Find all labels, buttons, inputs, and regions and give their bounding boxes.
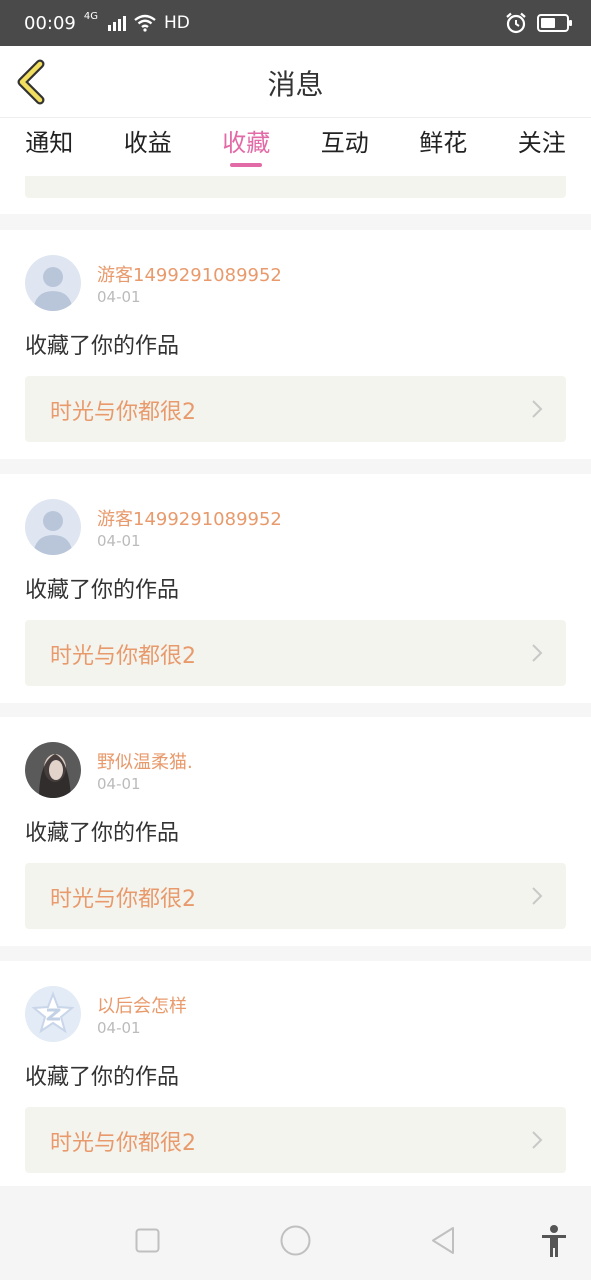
list-item: 野似温柔猫. 04-01 收藏了你的作品 时光与你都很2 [0,717,591,946]
status-bar: 00:09 4G HD [0,0,591,46]
list-item: 以后会怎样 04-01 收藏了你的作品 时光与你都很2 [0,961,591,1186]
notification-date: 04-01 [97,1019,141,1037]
notification-list: 游客1499291089952 04-01 收藏了你的作品 时光与你都很2 游客… [0,176,591,1186]
notification-date: 04-01 [97,288,141,306]
work-link[interactable]: 时光与你都很2 [25,376,566,442]
back-nav-icon[interactable] [430,1226,456,1255]
list-item: 游客1499291089952 04-01 收藏了你的作品 时光与你都很2 [0,474,591,703]
qzone-avatar-icon[interactable] [25,986,81,1042]
alarm-icon [506,12,526,34]
home-icon[interactable] [280,1225,311,1256]
username[interactable]: 以后会怎样 [97,992,187,1018]
tab-interactions[interactable]: 互动 [296,118,395,176]
work-link[interactable] [25,176,566,198]
action-text: 收藏了你的作品 [25,821,180,846]
action-text: 收藏了你的作品 [25,334,180,359]
work-title: 时光与你都很2 [50,400,196,425]
tab-follows[interactable]: 关注 [493,118,591,176]
work-title: 时光与你都很2 [50,887,196,912]
work-link[interactable]: 时光与你都很2 [25,863,566,929]
username[interactable]: 野似温柔猫. [97,748,193,774]
network-type: 4G [83,11,98,22]
status-time: 00:09 [24,12,76,34]
tab-favorites[interactable]: 收藏 [197,118,296,176]
chevron-right-icon [532,887,543,905]
work-title: 时光与你都很2 [50,644,196,669]
page-title: 消息 [267,68,324,101]
chevron-right-icon [532,400,543,418]
work-title: 时光与你都很2 [50,1131,196,1156]
signal-icon [108,15,126,31]
default-avatar-icon[interactable] [25,255,81,311]
app-header: 消息 [0,46,591,118]
notification-date: 04-01 [97,532,141,550]
recent-apps-icon[interactable] [135,1228,160,1253]
list-item: 游客1499291089952 04-01 收藏了你的作品 时光与你都很2 [0,230,591,459]
tab-bar: 通知 收益 收藏 互动 鲜花 关注 [0,118,591,176]
hd-label: HD [164,13,190,33]
action-text: 收藏了你的作品 [25,578,180,603]
tab-flowers[interactable]: 鲜花 [394,118,493,176]
accessibility-icon[interactable] [540,1224,568,1258]
username[interactable]: 游客1499291089952 [97,505,282,531]
chevron-right-icon [532,644,543,662]
work-link[interactable]: 时光与你都很2 [25,620,566,686]
system-nav-bar [0,1186,591,1280]
chevron-right-icon [532,1131,543,1149]
work-link[interactable]: 时光与你都很2 [25,1107,566,1173]
battery-icon [537,14,572,32]
wifi-icon [134,14,156,32]
list-item [0,176,591,214]
action-text: 收藏了你的作品 [25,1065,180,1090]
tab-notifications[interactable]: 通知 [0,118,99,176]
photo-avatar[interactable] [25,742,81,798]
notification-date: 04-01 [97,775,141,793]
tab-earnings[interactable]: 收益 [99,118,198,176]
default-avatar-icon[interactable] [25,499,81,555]
username[interactable]: 游客1499291089952 [97,261,282,287]
